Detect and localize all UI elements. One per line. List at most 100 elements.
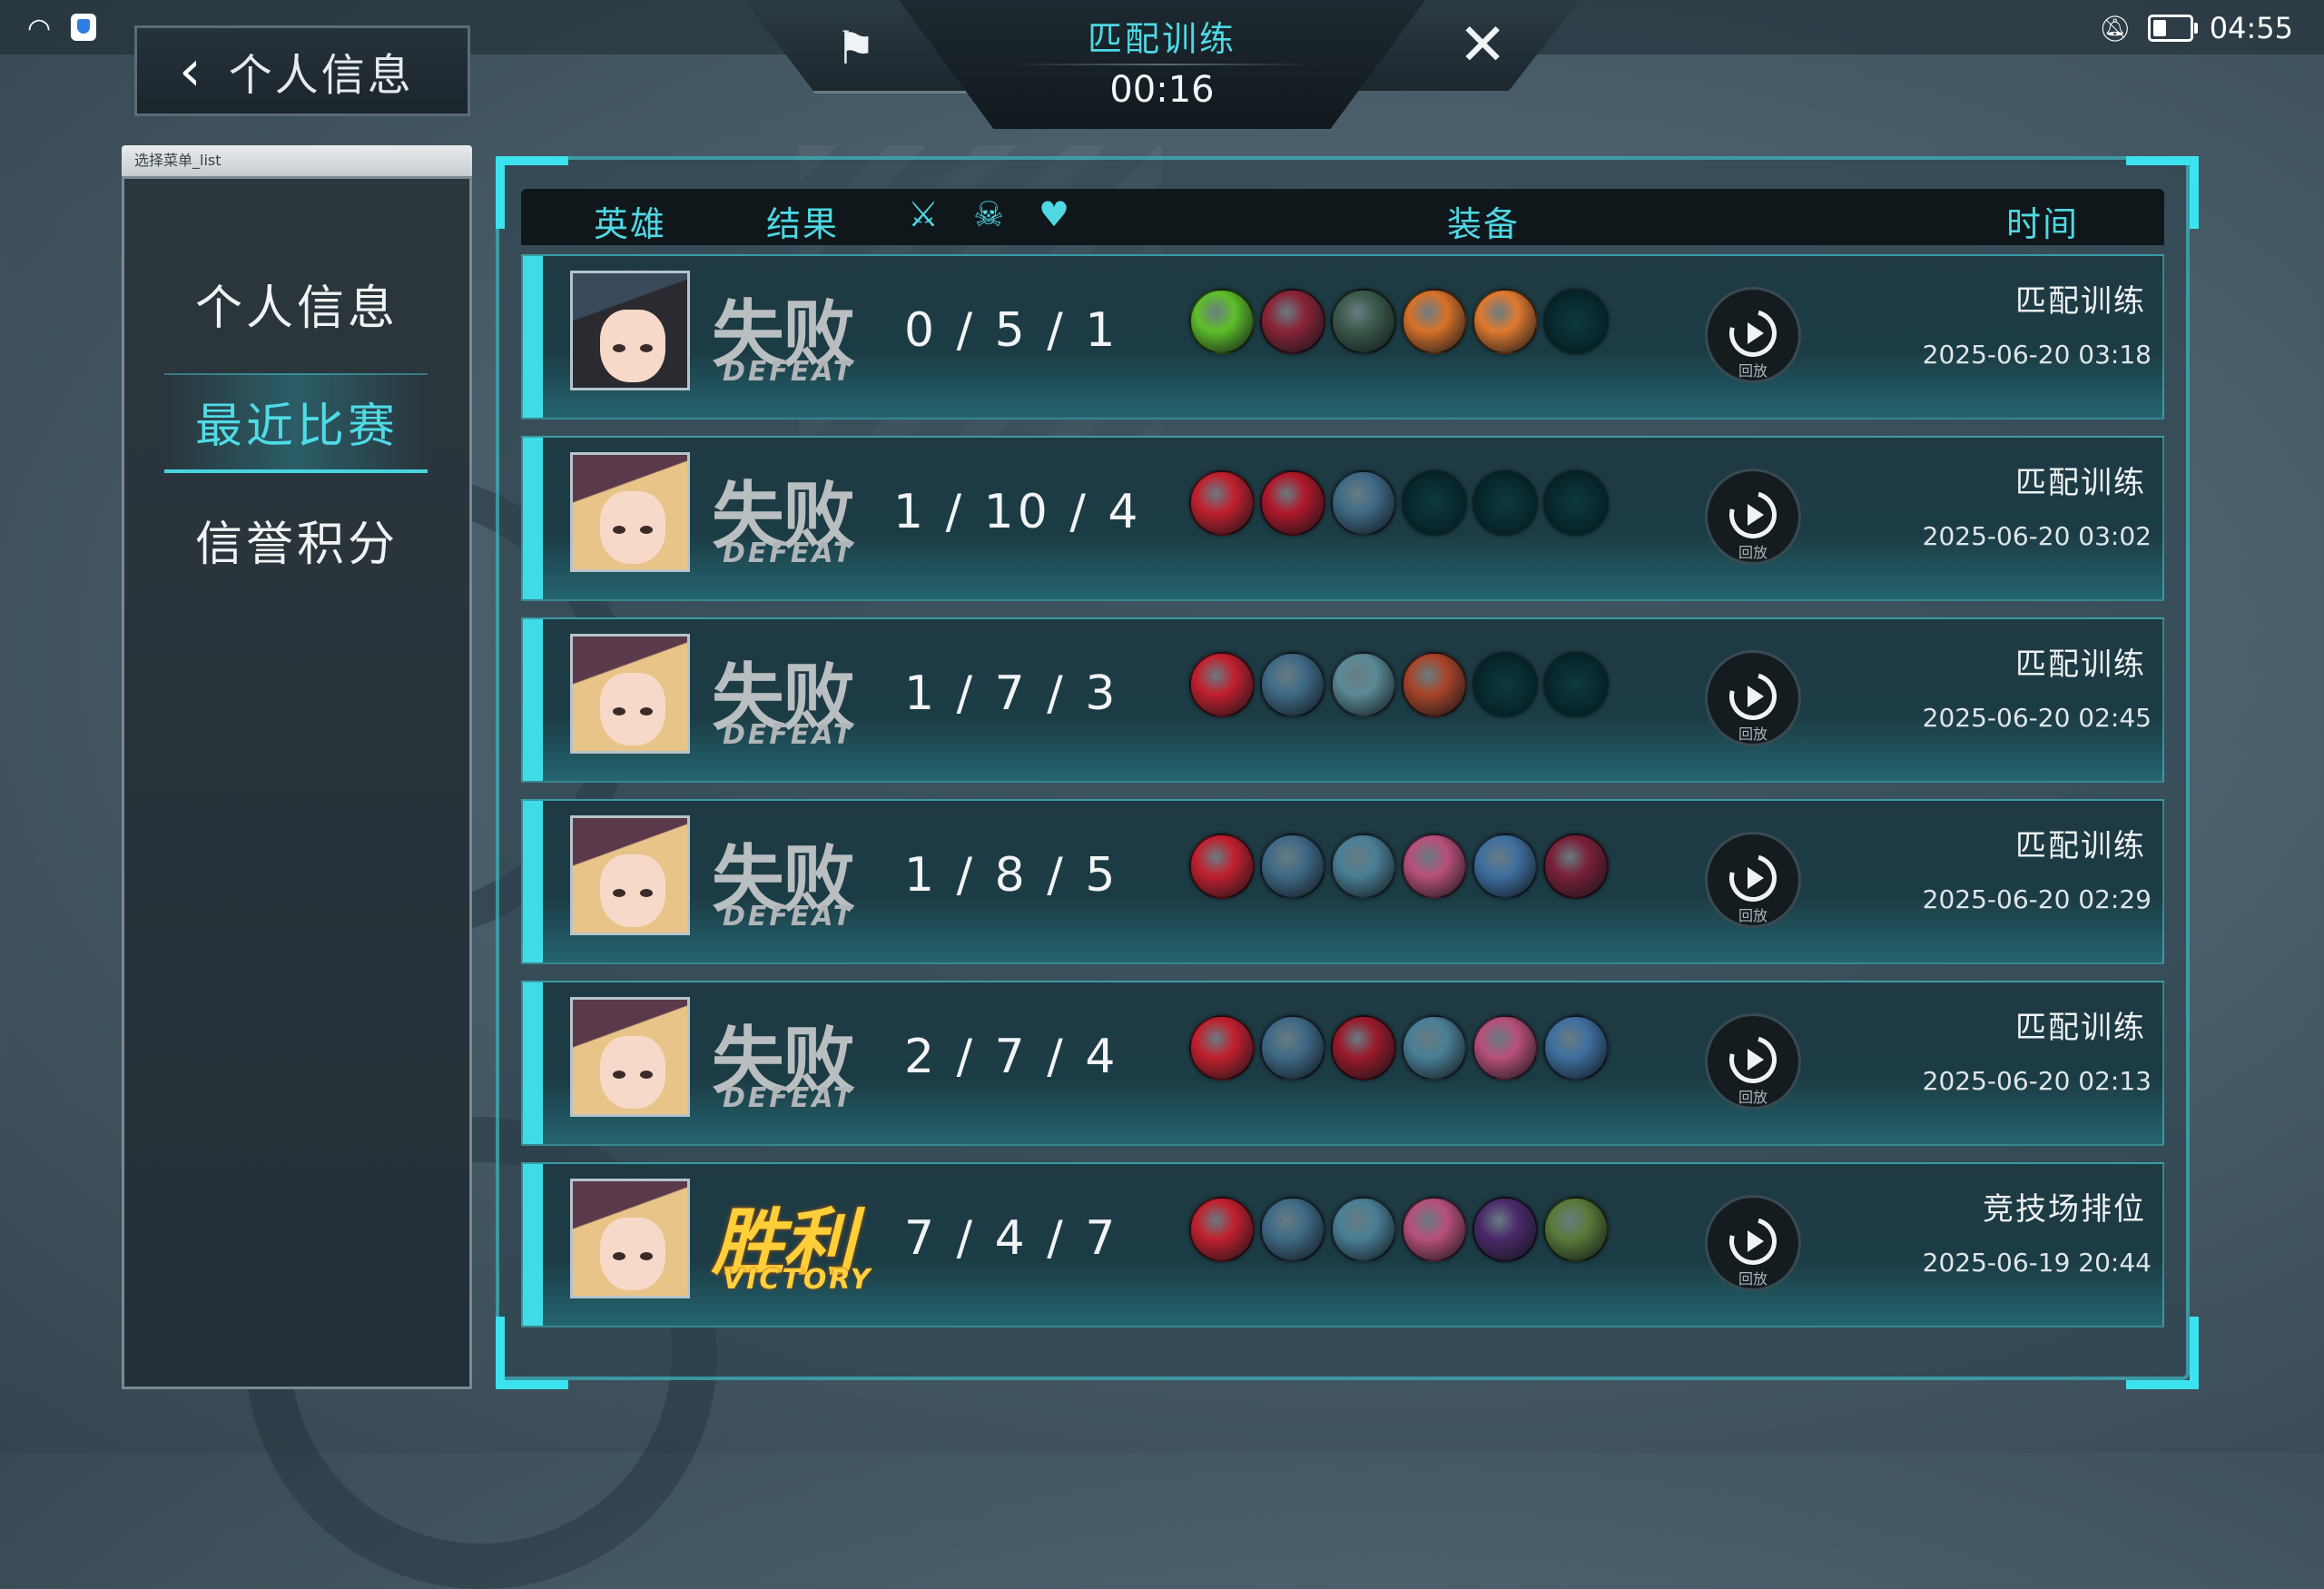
- match-date: 2025-06-20 02:13: [1922, 1066, 2152, 1096]
- hero-avatar[interactable]: [570, 997, 690, 1117]
- kda-score: 1 / 10 / 4: [893, 485, 1142, 539]
- hero-face: [600, 1218, 665, 1290]
- hero-eye: [613, 344, 625, 352]
- kda-score: 0 / 5 / 1: [904, 303, 1119, 358]
- replay-button[interactable]: 回放: [1705, 832, 1801, 928]
- equipment-item-icon[interactable]: [1260, 1015, 1325, 1081]
- equipment-item-icon[interactable]: [1260, 289, 1325, 354]
- menu-item-recent-matches[interactable]: 最近比赛: [124, 388, 469, 456]
- empty-item-slot[interactable]: [1543, 289, 1609, 354]
- replay-button[interactable]: 回放: [1705, 1013, 1801, 1110]
- header-result: 结果: [766, 204, 840, 244]
- replay-label: 回放: [1738, 907, 1768, 924]
- menu-item-credit-score[interactable]: 信誉积分: [124, 506, 469, 574]
- row-accent-bar: [523, 982, 543, 1144]
- equipment-item-icon[interactable]: [1260, 1197, 1325, 1262]
- empty-item-slot[interactable]: [1543, 652, 1609, 717]
- equipment-item-icon[interactable]: [1189, 1015, 1255, 1081]
- replay-button[interactable]: 回放: [1705, 469, 1801, 565]
- replay-button[interactable]: 回放: [1705, 287, 1801, 383]
- hero-eye: [640, 1252, 653, 1260]
- equipment-list: [1189, 834, 1609, 899]
- equipment-item-icon[interactable]: [1189, 1197, 1255, 1262]
- equipment-item-icon[interactable]: [1543, 834, 1609, 899]
- empty-item-slot[interactable]: [1472, 470, 1538, 536]
- play-icon: [1748, 504, 1764, 526]
- row-accent-bar: [523, 619, 543, 781]
- equipment-item-icon[interactable]: [1402, 652, 1467, 717]
- match-row[interactable]: 失败 DEFEAT 2 / 7 / 4 回放 匹配训练 2025-06-20 02:13: [521, 981, 2164, 1146]
- equipment-item-icon[interactable]: [1402, 834, 1467, 899]
- equipment-item-icon[interactable]: [1189, 652, 1255, 717]
- row-accent-bar: [523, 801, 543, 962]
- match-mode: 匹配训练: [2015, 646, 2146, 683]
- match-row[interactable]: 失败 DEFEAT 0 / 5 / 1 回放 匹配训练 2025-06-20 03:18: [521, 254, 2164, 419]
- hero-avatar[interactable]: [570, 452, 690, 572]
- equipment-item-icon[interactable]: [1260, 652, 1325, 717]
- empty-item-slot[interactable]: [1472, 652, 1538, 717]
- equipment-item-icon[interactable]: [1472, 834, 1538, 899]
- equipment-list: [1189, 470, 1609, 536]
- equipment-item-icon[interactable]: [1402, 1197, 1467, 1262]
- empty-item-slot[interactable]: [1402, 470, 1467, 536]
- match-mode: 匹配训练: [2015, 465, 2146, 501]
- hero-avatar[interactable]: [570, 271, 690, 390]
- handshake-icon: ♥: [1039, 194, 1070, 234]
- equipment-item-icon[interactable]: [1543, 1015, 1609, 1081]
- equipment-item-icon[interactable]: [1189, 470, 1255, 536]
- match-row[interactable]: 失败 DEFEAT 1 / 8 / 5 回放 匹配训练 2025-06-20 02:29: [521, 799, 2164, 964]
- hero-eye: [613, 526, 625, 534]
- replay-button[interactable]: 回放: [1705, 1195, 1801, 1291]
- table-header: 英雄 结果 ⚔ ☠ ♥ 装备 时间: [521, 189, 2164, 245]
- panel-corner: [496, 1317, 568, 1389]
- equipment-item-icon[interactable]: [1402, 1015, 1467, 1081]
- equipment-item-icon[interactable]: [1543, 1197, 1609, 1262]
- hero-avatar[interactable]: [570, 634, 690, 754]
- result-label-en: DEFEAT: [723, 901, 855, 933]
- equipment-item-icon[interactable]: [1472, 1015, 1538, 1081]
- equipment-item-icon[interactable]: [1189, 834, 1255, 899]
- menu-item-profile[interactable]: 个人信息: [124, 270, 469, 338]
- empty-item-slot[interactable]: [1543, 470, 1609, 536]
- match-date: 2025-06-20 03:02: [1922, 521, 2152, 551]
- equipment-item-icon[interactable]: [1331, 834, 1396, 899]
- equipment-item-icon[interactable]: [1331, 470, 1396, 536]
- kda-score: 7 / 4 / 7: [904, 1211, 1119, 1266]
- equipment-item-icon[interactable]: [1331, 652, 1396, 717]
- equipment-item-icon[interactable]: [1472, 1197, 1538, 1262]
- match-date: 2025-06-20 02:29: [1922, 884, 2152, 914]
- hero-avatar[interactable]: [570, 1179, 690, 1298]
- match-row[interactable]: 胜利 VICTORY 7 / 4 / 7 回放 竞技场排位 2025-06-19 20:4…: [521, 1162, 2164, 1327]
- replay-label: 回放: [1738, 1089, 1768, 1106]
- match-mode: 匹配训练: [2015, 1010, 2146, 1046]
- match-mode: 匹配训练: [2015, 283, 2146, 320]
- result-label-en: DEFEAT: [723, 719, 855, 751]
- row-accent-bar: [523, 256, 543, 418]
- equipment-item-icon[interactable]: [1472, 289, 1538, 354]
- equipment-item-icon[interactable]: [1331, 1015, 1396, 1081]
- kda-score: 1 / 8 / 5: [904, 848, 1119, 903]
- back-button[interactable]: ‹ 个人信息: [134, 25, 470, 116]
- battery-icon: [2147, 15, 2198, 42]
- panel-corner: [2126, 1317, 2199, 1389]
- kda-score: 2 / 7 / 4: [904, 1030, 1119, 1084]
- equipment-item-icon[interactable]: [1402, 289, 1467, 354]
- row-accent-bar: [523, 1164, 543, 1326]
- match-row[interactable]: 失败 DEFEAT 1 / 7 / 3 回放 匹配训练 2025-06-20 02:45: [521, 617, 2164, 783]
- hero-eye: [613, 1252, 625, 1260]
- replay-label: 回放: [1738, 1270, 1768, 1288]
- play-icon: [1748, 686, 1764, 707]
- equipment-item-icon[interactable]: [1189, 289, 1255, 354]
- replay-button[interactable]: 回放: [1705, 650, 1801, 746]
- equipment-item-icon[interactable]: [1260, 834, 1325, 899]
- result-label-en: VICTORY: [723, 1264, 873, 1296]
- hero-avatar[interactable]: [570, 815, 690, 935]
- equipment-item-icon[interactable]: [1260, 470, 1325, 536]
- equipment-item-icon[interactable]: [1331, 289, 1396, 354]
- match-row[interactable]: 失败 DEFEAT 1 / 10 / 4 回放 匹配训练 2025-06-20 03:02: [521, 436, 2164, 601]
- equipment-item-icon[interactable]: [1331, 1197, 1396, 1262]
- result-label-en: DEFEAT: [723, 356, 855, 388]
- replay-label: 回放: [1738, 362, 1768, 380]
- hero-face: [600, 673, 665, 745]
- hero-face: [600, 1036, 665, 1109]
